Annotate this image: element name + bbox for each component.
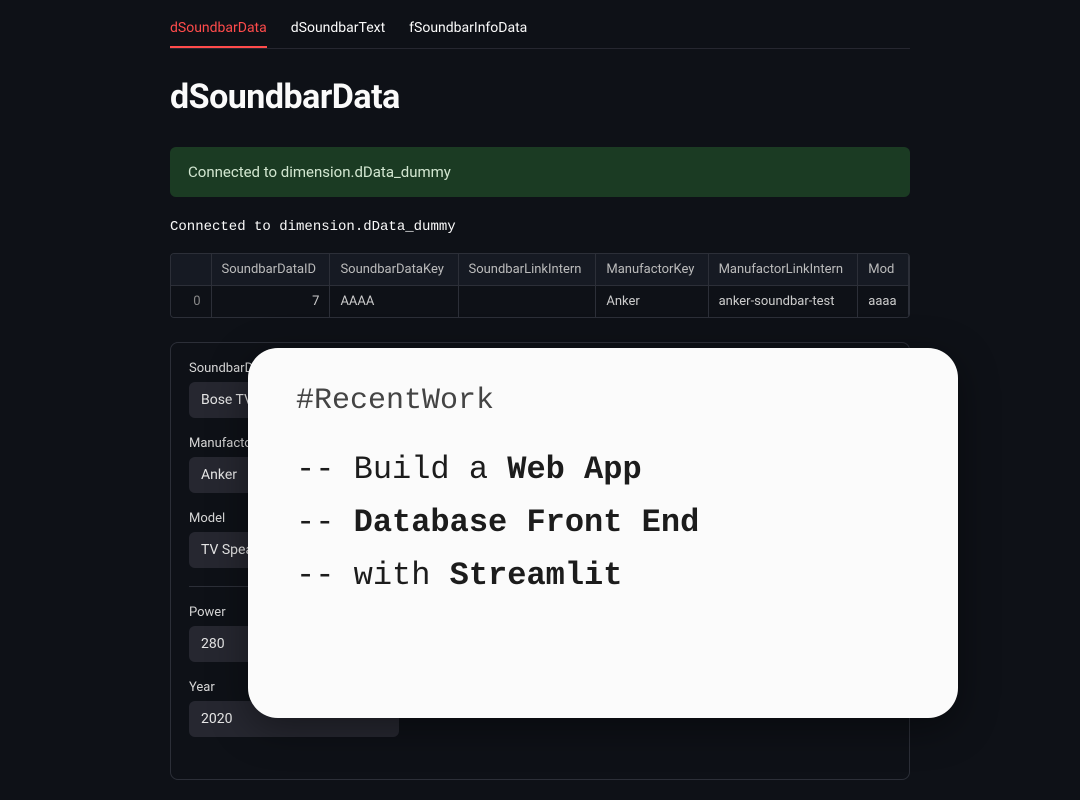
col-soundbardataid: SoundbarDataID	[211, 254, 330, 286]
col-index	[171, 254, 211, 286]
cell-mod: aaaa	[858, 286, 909, 318]
overlay-line-1-prefix: -- Build a	[296, 451, 507, 488]
overlay-line-1: -- Build a Web App	[296, 444, 910, 497]
overlay-line-2-bold: Database Front End	[354, 504, 700, 541]
tab-fsoundbarinfodata[interactable]: fSoundbarInfoData	[409, 20, 527, 48]
table-header-row: SoundbarDataID SoundbarDataKey SoundbarL…	[171, 254, 909, 286]
cell-soundbardatakey: AAAA	[330, 286, 458, 318]
overlay-line-2-prefix: --	[296, 504, 354, 541]
tab-dsoundbartext[interactable]: dSoundbarText	[291, 20, 385, 48]
overlay-line-3-bold: Streamlit	[450, 557, 623, 594]
col-soundbarlinkintern: SoundbarLinkIntern	[458, 254, 596, 286]
col-soundbardatakey: SoundbarDataKey	[330, 254, 458, 286]
tab-dsoundbardata[interactable]: dSoundbarData	[170, 20, 267, 48]
cell-index: 0	[171, 286, 211, 318]
table-row[interactable]: 0 7 AAAA Anker anker-soundbar-test aaaa	[171, 286, 909, 318]
cell-manufactorkey: Anker	[596, 286, 708, 318]
overlay-line-1-bold: Web App	[507, 451, 641, 488]
tab-bar: dSoundbarData dSoundbarText fSoundbarInf…	[170, 20, 910, 49]
overlay-line-2: -- Database Front End	[296, 497, 910, 550]
col-manufactorlinkintern: ManufactorLinkIntern	[708, 254, 858, 286]
alert-success: Connected to dimension.dData_dummy	[170, 147, 910, 197]
col-manufactorkey: ManufactorKey	[596, 254, 708, 286]
status-text: Connected to dimension.dData_dummy	[170, 219, 910, 235]
col-mod: Mod	[858, 254, 909, 286]
page-title: dSoundbarData	[170, 77, 910, 117]
cell-manufactorlinkintern: anker-soundbar-test	[708, 286, 858, 318]
overlay-heading: #RecentWork	[296, 384, 910, 418]
cell-soundbarlinkintern	[458, 286, 596, 318]
overlay-recentwork: #RecentWork -- Build a Web App -- Databa…	[248, 348, 958, 718]
overlay-line-3-prefix: -- with	[296, 557, 450, 594]
data-table: SoundbarDataID SoundbarDataKey SoundbarL…	[170, 253, 910, 318]
cell-soundbardataid: 7	[211, 286, 330, 318]
overlay-line-3: -- with Streamlit	[296, 550, 910, 603]
